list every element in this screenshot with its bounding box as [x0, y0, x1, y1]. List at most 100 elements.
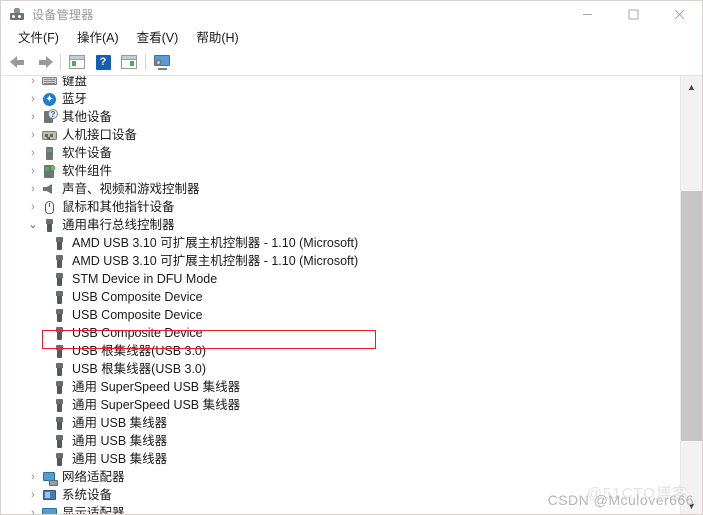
scrollbar-thumb[interactable]: [681, 191, 702, 441]
tree-item-display-adapters[interactable]: › 显示适配器: [1, 504, 680, 515]
tree-item-keyboard[interactable]: › 键盘: [1, 76, 680, 90]
tree-item-usb-controllers[interactable]: ⌄ 通用串行总线控制器: [1, 216, 680, 234]
tree-item-usb-hub-3[interactable]: 通用 USB 集线器: [1, 450, 680, 468]
menu-bar: 文件(F) 操作(A) 查看(V) 帮助(H): [1, 27, 702, 49]
tree-item-label: 显示适配器: [62, 506, 125, 515]
chevron-right-icon[interactable]: ›: [25, 486, 41, 504]
tree-item-superspeed-usb-hub-1[interactable]: 通用 SuperSpeed USB 集线器: [1, 378, 680, 396]
tree-item-other-devices[interactable]: › 其他设备: [1, 108, 680, 126]
bluetooth-icon: ✦: [41, 91, 59, 107]
tree-item-label: 通用 USB 集线器: [72, 452, 168, 466]
tree-item-label: STM Device in DFU Mode: [72, 272, 218, 286]
usb-icon: [51, 271, 69, 287]
tree-item-system-devices[interactable]: › 系统设备: [1, 486, 680, 504]
tree-item-label: 蓝牙: [62, 92, 88, 106]
device-tree: › 键盘 › ✦ 蓝牙 › 其他设备 › 人机接口设备 ›: [1, 76, 680, 515]
usb-icon: [51, 415, 69, 431]
toolbar: ?: [1, 49, 702, 76]
tree-item-usb-hub-2[interactable]: 通用 USB 集线器: [1, 432, 680, 450]
tree-item-label: AMD USB 3.10 可扩展主机控制器 - 1.10 (Microsoft): [72, 236, 359, 250]
chevron-right-icon[interactable]: ›: [25, 180, 41, 198]
chevron-right-icon[interactable]: ›: [25, 108, 41, 126]
tree-item-label: 通用串行总线控制器: [62, 218, 175, 232]
back-button[interactable]: [5, 51, 31, 73]
tree-item-label: AMD USB 3.10 可扩展主机控制器 - 1.10 (Microsoft): [72, 254, 359, 268]
close-button[interactable]: [656, 1, 702, 27]
keyboard-icon: [41, 76, 59, 89]
menu-action[interactable]: 操作(A): [68, 27, 128, 49]
menu-view[interactable]: 查看(V): [128, 27, 188, 49]
menu-help[interactable]: 帮助(H): [187, 27, 247, 49]
chevron-right-icon[interactable]: ›: [25, 144, 41, 162]
tree-item-label: USB Composite Device: [72, 308, 203, 322]
tree-item-mice-pointing-devices[interactable]: › 鼠标和其他指针设备: [1, 198, 680, 216]
window-controls: [564, 1, 702, 27]
tree-item-bluetooth[interactable]: › ✦ 蓝牙: [1, 90, 680, 108]
tree-item-usb-composite-device-2[interactable]: USB Composite Device: [1, 306, 680, 324]
scan-monitor-icon: [153, 54, 171, 70]
title-bar: 设备管理器: [1, 1, 702, 27]
minimize-button[interactable]: [564, 1, 610, 27]
tree-item-label: 鼠标和其他指针设备: [62, 200, 175, 214]
scroll-down-button[interactable]: ▼: [681, 495, 702, 514]
device-manager-window: 设备管理器 文件(F) 操作(A) 查看(V) 帮助(H) ? › 键盘 › ✦…: [0, 0, 703, 515]
tree-item-label: 软件设备: [62, 146, 113, 160]
tree-item-label: USB 根集线器(USB 3.0): [72, 344, 207, 358]
properties-button[interactable]: [116, 51, 142, 73]
tree-item-usb-composite-device-3[interactable]: USB Composite Device: [1, 324, 680, 342]
tree-item-label: USB Composite Device: [72, 290, 203, 304]
usb-icon: [41, 217, 59, 233]
menu-file[interactable]: 文件(F): [9, 27, 68, 49]
usb-icon: [51, 397, 69, 413]
usb-icon: [51, 451, 69, 467]
sound-icon: [41, 181, 59, 197]
scan-hardware-changes-button[interactable]: [149, 51, 175, 73]
tree-item-label: 通用 USB 集线器: [72, 434, 168, 448]
help-button[interactable]: ?: [90, 51, 116, 73]
chevron-down-icon[interactable]: ⌄: [25, 216, 41, 234]
chevron-right-icon[interactable]: ›: [25, 76, 41, 90]
tree-item-label: 系统设备: [62, 488, 113, 502]
maximize-button[interactable]: [610, 1, 656, 27]
other-device-icon: [41, 109, 59, 125]
chevron-right-icon[interactable]: ›: [25, 126, 41, 144]
chevron-right-icon[interactable]: ›: [25, 90, 41, 108]
back-arrow-icon: [9, 55, 27, 69]
network-adapter-icon: [41, 469, 59, 486]
help-icon: ?: [95, 54, 111, 70]
tree-item-label: 通用 USB 集线器: [72, 416, 168, 430]
usb-icon: [51, 325, 69, 341]
show-hide-console-tree-button[interactable]: [64, 51, 90, 73]
tree-item-usb-hub-1[interactable]: 通用 USB 集线器: [1, 414, 680, 432]
tree-item-label: 通用 SuperSpeed USB 集线器: [72, 380, 241, 394]
usb-icon: [51, 289, 69, 305]
tree-item-software-components[interactable]: › 软件组件: [1, 162, 680, 180]
tree-item-amd-usb-host-controller-1[interactable]: AMD USB 3.10 可扩展主机控制器 - 1.10 (Microsoft): [1, 234, 680, 252]
tree-item-usb-composite-device-1[interactable]: USB Composite Device: [1, 288, 680, 306]
usb-icon: [51, 235, 69, 251]
tree-item-software-devices[interactable]: › 软件设备: [1, 144, 680, 162]
hid-icon: [41, 127, 59, 143]
panel-right-icon: [121, 55, 137, 69]
forward-button[interactable]: [31, 51, 57, 73]
usb-icon: [51, 343, 69, 359]
tree-item-stm-device-dfu-mode[interactable]: STM Device in DFU Mode: [1, 270, 680, 288]
tree-item-label: USB 根集线器(USB 3.0): [72, 362, 207, 376]
tree-item-amd-usb-host-controller-2[interactable]: AMD USB 3.10 可扩展主机控制器 - 1.10 (Microsoft): [1, 252, 680, 270]
tree-item-usb-root-hub-1[interactable]: USB 根集线器(USB 3.0): [1, 342, 680, 360]
chevron-right-icon[interactable]: ›: [25, 198, 41, 216]
chevron-right-icon[interactable]: ›: [25, 504, 41, 514]
chevron-right-icon[interactable]: ›: [25, 468, 41, 486]
usb-icon: [51, 433, 69, 449]
chevron-right-icon[interactable]: ›: [25, 162, 41, 180]
tree-item-hid[interactable]: › 人机接口设备: [1, 126, 680, 144]
system-device-icon: [41, 487, 59, 503]
tree-item-usb-root-hub-2[interactable]: USB 根集线器(USB 3.0): [1, 360, 680, 378]
tree-item-sound-video-game-controllers[interactable]: › 声音、视频和游戏控制器: [1, 180, 680, 198]
tree-item-network-adapters[interactable]: › 网络适配器: [1, 468, 680, 486]
tree-item-label: 键盘: [62, 76, 88, 88]
vertical-scrollbar[interactable]: ▲ ▼: [680, 76, 702, 514]
usb-icon: [51, 379, 69, 395]
tree-item-superspeed-usb-hub-2[interactable]: 通用 SuperSpeed USB 集线器: [1, 396, 680, 414]
scroll-up-button[interactable]: ▲: [681, 76, 702, 97]
